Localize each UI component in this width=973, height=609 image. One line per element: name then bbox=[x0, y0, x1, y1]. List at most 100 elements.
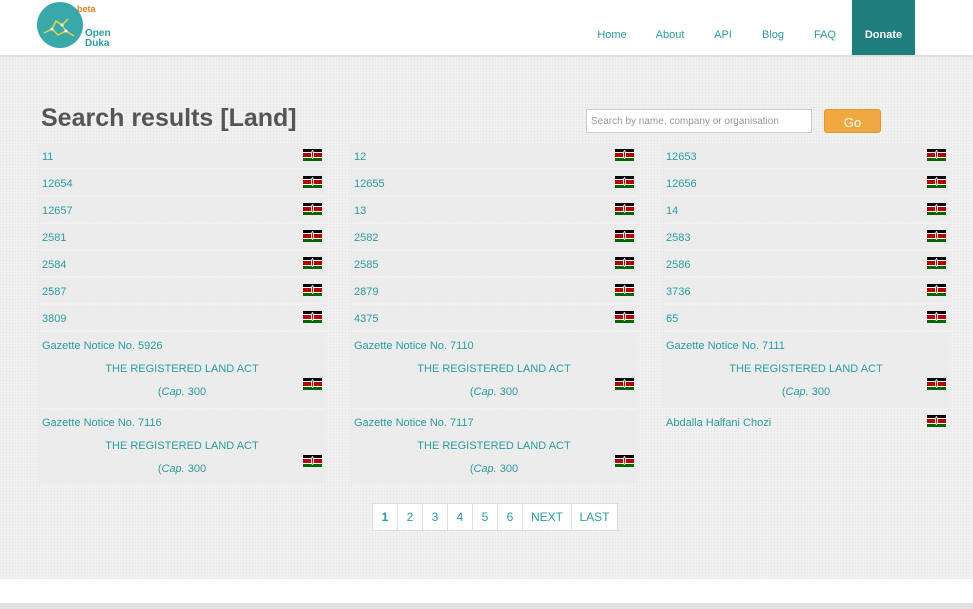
gazette-notice-link[interactable]: Gazette Notice No. 5926 bbox=[42, 340, 162, 352]
nav-about[interactable]: About bbox=[650, 0, 690, 55]
result-item[interactable]: 13 bbox=[350, 198, 638, 222]
kenya-flag-icon bbox=[303, 176, 322, 188]
cap-number: 300 bbox=[184, 386, 207, 398]
result-link[interactable]: 14 bbox=[666, 205, 678, 217]
footer-divider bbox=[0, 603, 973, 609]
result-item[interactable]: 12656 bbox=[662, 171, 950, 195]
result-link[interactable]: 11 bbox=[42, 151, 53, 163]
result-link[interactable]: 3809 bbox=[42, 313, 66, 325]
result-link[interactable]: 4375 bbox=[354, 313, 378, 325]
nav-faq[interactable]: FAQ bbox=[808, 0, 842, 55]
result-link[interactable]: 12654 bbox=[42, 178, 73, 190]
gazette-cap-reference: (Cap. 300 bbox=[350, 463, 638, 475]
next-page-link[interactable]: NEXT bbox=[523, 504, 572, 530]
cap-number: 300 bbox=[496, 386, 519, 398]
page-5-link[interactable]: 5 bbox=[473, 504, 498, 530]
pagination: 1 2 3 4 5 6 NEXT LAST bbox=[372, 503, 618, 531]
cap-italic: Cap. bbox=[473, 463, 497, 475]
result-item[interactable]: Abdalla Halfani Chozi bbox=[662, 410, 950, 434]
result-link[interactable]: 2583 bbox=[666, 232, 690, 244]
nav-home[interactable]: Home bbox=[592, 0, 632, 55]
kenya-flag-icon bbox=[615, 311, 634, 323]
result-item[interactable]: 12655 bbox=[350, 171, 638, 195]
search-input[interactable] bbox=[586, 109, 812, 133]
gazette-result-item[interactable]: Gazette Notice No. 7110 THE REGISTERED LA… bbox=[350, 333, 638, 407]
logo-wordmark: Open Duka bbox=[85, 29, 111, 49]
go-button[interactable]: Go bbox=[824, 109, 881, 133]
result-item[interactable]: 12657 bbox=[38, 198, 326, 222]
gazette-notice-link[interactable]: Gazette Notice No. 7111 bbox=[666, 340, 785, 352]
result-item[interactable]: 12 bbox=[350, 144, 638, 168]
gazette-result-item[interactable]: Gazette Notice No. 7117 THE REGISTERED LA… bbox=[350, 410, 638, 484]
result-link[interactable]: 2585 bbox=[354, 259, 378, 271]
gazette-result-item[interactable]: Gazette Notice No. 7111 THE REGISTERED LA… bbox=[662, 333, 950, 407]
kenya-flag-icon bbox=[615, 284, 634, 296]
gazette-act-title: THE REGISTERED LAND ACT bbox=[105, 440, 259, 452]
gazette-notice-link[interactable]: Gazette Notice No. 7117 bbox=[354, 417, 474, 429]
result-item[interactable]: 2585 bbox=[350, 252, 638, 276]
footer bbox=[0, 579, 973, 609]
result-item[interactable]: 2879 bbox=[350, 279, 638, 303]
result-item[interactable]: 3736 bbox=[662, 279, 950, 303]
result-link[interactable]: 12 bbox=[354, 151, 366, 163]
result-link[interactable]: 12655 bbox=[354, 178, 385, 190]
result-link[interactable]: 13 bbox=[354, 205, 366, 217]
result-item[interactable]: 3809 bbox=[38, 306, 326, 330]
kenya-flag-icon bbox=[615, 455, 634, 467]
gazette-cap-reference: (Cap. 300 bbox=[38, 463, 326, 475]
open-duka-logo[interactable]: beta Open Duka bbox=[37, 2, 117, 52]
result-link[interactable]: 2586 bbox=[666, 259, 690, 271]
kenya-flag-icon bbox=[927, 230, 946, 242]
page-1-link[interactable]: 1 bbox=[373, 504, 398, 530]
result-item[interactable]: 4375 bbox=[350, 306, 638, 330]
page-2-link[interactable]: 2 bbox=[398, 504, 423, 530]
last-page-link[interactable]: LAST bbox=[572, 504, 617, 530]
kenya-flag-icon bbox=[303, 203, 322, 215]
result-item[interactable]: 2581 bbox=[38, 225, 326, 249]
result-link[interactable]: 2584 bbox=[42, 259, 66, 271]
result-link[interactable]: 12653 bbox=[666, 151, 697, 163]
result-link[interactable]: 65 bbox=[666, 313, 678, 325]
gazette-act-title: THE REGISTERED LAND ACT bbox=[417, 440, 571, 452]
result-item[interactable]: 11 bbox=[38, 144, 326, 168]
kenya-flag-icon bbox=[615, 257, 634, 269]
kenya-flag-icon bbox=[303, 257, 322, 269]
page-6-link[interactable]: 6 bbox=[498, 504, 523, 530]
kenya-flag-icon bbox=[927, 284, 946, 296]
result-link[interactable]: 2581 bbox=[42, 232, 66, 244]
result-item[interactable]: 14 bbox=[662, 198, 950, 222]
page-4-link[interactable]: 4 bbox=[448, 504, 473, 530]
result-link[interactable]: Abdalla Halfani Chozi bbox=[666, 417, 771, 429]
result-item[interactable]: 2586 bbox=[662, 252, 950, 276]
result-item[interactable]: 2584 bbox=[38, 252, 326, 276]
result-item[interactable]: 2587 bbox=[38, 279, 326, 303]
kenya-flag-icon bbox=[615, 176, 634, 188]
gazette-cap-reference: (Cap. 300 bbox=[662, 386, 950, 398]
result-item[interactable]: 12654 bbox=[38, 171, 326, 195]
kenya-flag-icon bbox=[303, 284, 322, 296]
result-item[interactable]: 12653 bbox=[662, 144, 950, 168]
cap-italic: Cap. bbox=[161, 463, 185, 475]
cap-italic: Cap. bbox=[473, 386, 497, 398]
nav-api[interactable]: API bbox=[708, 0, 738, 55]
result-link[interactable]: 2879 bbox=[354, 286, 378, 298]
gazette-result-item[interactable]: Gazette Notice No. 7116 THE REGISTERED LA… bbox=[38, 410, 326, 484]
cap-number: 300 bbox=[184, 463, 207, 475]
result-item[interactable]: 2583 bbox=[662, 225, 950, 249]
page-3-link[interactable]: 3 bbox=[423, 504, 448, 530]
kenya-flag-icon bbox=[927, 378, 946, 390]
result-item[interactable]: 2582 bbox=[350, 225, 638, 249]
result-link[interactable]: 2587 bbox=[42, 286, 66, 298]
result-link[interactable]: 2582 bbox=[354, 232, 378, 244]
gazette-result-item[interactable]: Gazette Notice No. 5926 THE REGISTERED LA… bbox=[38, 333, 326, 407]
kenya-flag-icon bbox=[303, 311, 322, 323]
nav-blog[interactable]: Blog bbox=[756, 0, 790, 55]
nav-donate[interactable]: Donate bbox=[852, 0, 915, 55]
gazette-notice-link[interactable]: Gazette Notice No. 7116 bbox=[42, 417, 162, 429]
result-item[interactable]: 65 bbox=[662, 306, 950, 330]
result-link[interactable]: 12657 bbox=[42, 205, 73, 217]
result-link[interactable]: 12656 bbox=[666, 178, 697, 190]
gazette-act-title: THE REGISTERED LAND ACT bbox=[417, 363, 571, 375]
result-link[interactable]: 3736 bbox=[666, 286, 690, 298]
gazette-notice-link[interactable]: Gazette Notice No. 7110 bbox=[354, 340, 474, 352]
